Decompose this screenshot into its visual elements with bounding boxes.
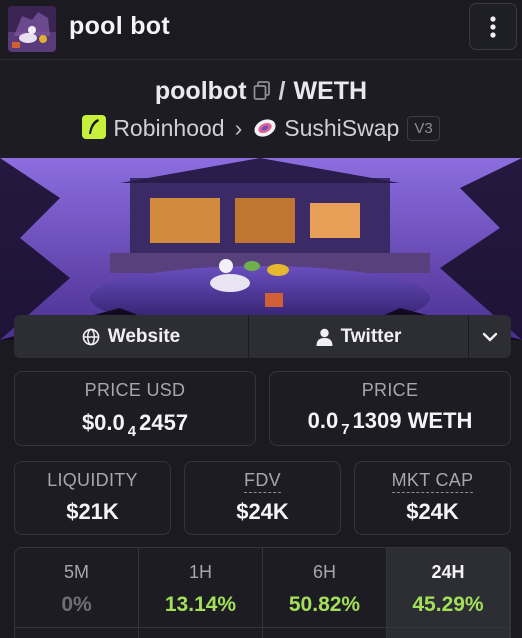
pair-title: poolbot / WETH (0, 77, 522, 108)
fdv-value: $24K (236, 499, 289, 524)
price-native-card: PRICE 0.0 7 1309 WETH (269, 371, 511, 446)
price-native-digits: 1309 (352, 408, 402, 433)
price-usd-label: PRICE USD (84, 380, 186, 400)
market-cap-value: $24K (406, 499, 459, 524)
price-native-unit: WETH (407, 408, 473, 433)
copy-icon[interactable] (253, 79, 271, 108)
twitter-button[interactable]: Twitter (249, 315, 469, 358)
tab-5m[interactable]: 5M 0% (15, 548, 139, 638)
website-button[interactable]: Website (14, 315, 249, 358)
tab-6h[interactable]: 6H 50.82% (263, 548, 387, 638)
stats-divider (15, 627, 510, 628)
sushiswap-logo-icon (252, 117, 278, 145)
price-native-zero-count: 7 (341, 421, 350, 438)
price-usd-card: PRICE USD $0.0 4 2457 (14, 371, 256, 446)
price-usd-zero-count: 4 (127, 423, 137, 440)
fdv-card: FDV $24K (184, 461, 341, 535)
liquidity-value: $21K (66, 499, 119, 524)
fdv-label-text: FDV (244, 470, 281, 493)
price-usd-value: $0.0 4 2457 (15, 410, 255, 440)
tab-24h-label: 24H (431, 562, 465, 582)
quote-token-symbol: WETH (293, 77, 368, 105)
dex-breadcrumb: Robinhood › SushiSwap V3 (0, 115, 522, 145)
robinhood-feather-icon (82, 115, 107, 139)
app-title: pool bot (69, 12, 170, 40)
dex-version-badge: V3 (407, 116, 440, 141)
tab-1h[interactable]: 1H 13.14% (139, 548, 263, 638)
price-native-label: PRICE (361, 380, 419, 400)
social-links-bar: Website Twitter (14, 315, 511, 358)
pair-separator: / (278, 77, 286, 105)
user-icon (316, 328, 333, 346)
chevron-down-icon (482, 332, 498, 341)
market-cap-card: MKT CAP $24K (354, 461, 511, 535)
tab-6h-change: 50.82% (288, 593, 361, 616)
price-usd-digits: 2457 (139, 410, 189, 435)
website-label: Website (107, 325, 181, 347)
chain-link[interactable]: Robinhood (113, 115, 224, 141)
liquidity-card: LIQUIDITY $21K (14, 461, 171, 535)
token-avatar[interactable] (8, 6, 56, 52)
market-cap-label-text: MKT CAP (391, 470, 474, 493)
tab-24h-change: 45.29% (412, 593, 484, 616)
liquidity-label: LIQUIDITY (47, 470, 138, 490)
more-vertical-icon (490, 15, 496, 38)
price-change-tabs: 5M 0% 1H 13.14% 6H 50.82% 24H 45.29% (14, 547, 511, 638)
dex-link[interactable]: SushiSwap (284, 115, 399, 141)
tab-5m-label: 5M (63, 562, 89, 582)
tab-6h-label: 6H (312, 562, 336, 582)
price-usd-prefix: $0.0 (81, 410, 125, 435)
price-native-value: 0.0 7 1309 WETH (270, 408, 510, 438)
price-native-prefix: 0.0 (307, 408, 339, 433)
more-menu-button[interactable] (469, 3, 517, 50)
more-links-button[interactable] (469, 315, 511, 358)
tab-5m-change: 0% (61, 593, 92, 616)
twitter-label: Twitter (340, 325, 402, 347)
top-bar: pool bot (0, 0, 522, 60)
tab-1h-change: 13.14% (164, 593, 237, 616)
tab-24h[interactable]: 24H 45.29% (387, 548, 510, 638)
tab-1h-label: 1H (188, 562, 212, 582)
globe-icon (82, 328, 100, 345)
fdv-label: FDV (185, 470, 340, 493)
pair-info: poolbot / WETH Robinhood › SushiSwap V3 (0, 60, 522, 158)
base-token-symbol: poolbot (154, 77, 247, 105)
chevron-right-icon: › (234, 115, 243, 141)
market-cap-label: MKT CAP (355, 470, 510, 493)
token-banner-image (0, 158, 522, 340)
